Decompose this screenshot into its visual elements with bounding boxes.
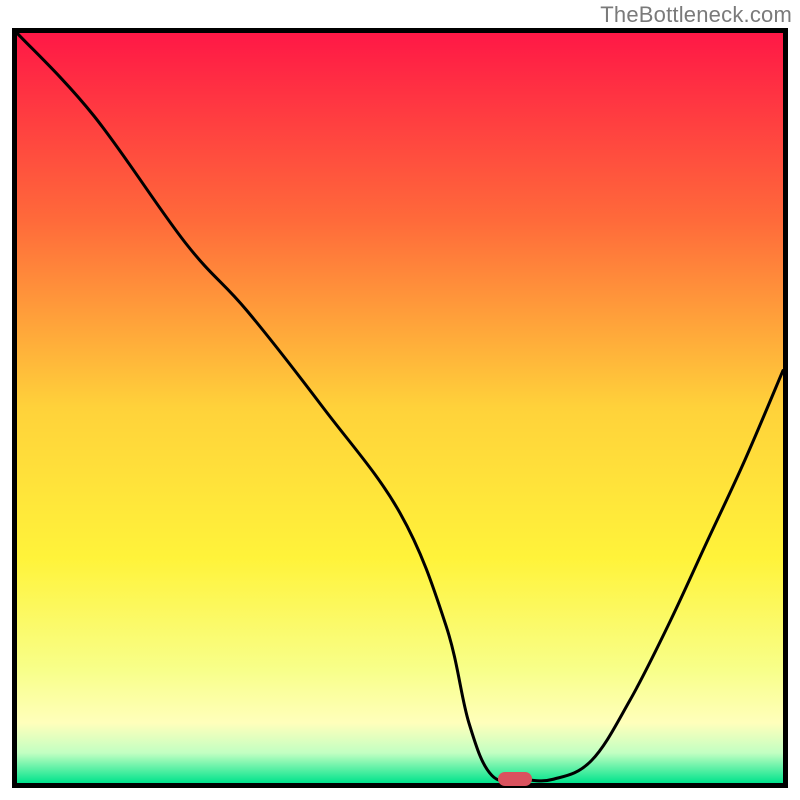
bottleneck-marker	[498, 772, 532, 786]
bottleneck-curve	[17, 33, 783, 783]
chart-container: TheBottleneck.com	[0, 0, 800, 800]
plot-frame	[12, 28, 788, 788]
plot-area	[17, 33, 783, 783]
watermark-text: TheBottleneck.com	[600, 2, 792, 28]
